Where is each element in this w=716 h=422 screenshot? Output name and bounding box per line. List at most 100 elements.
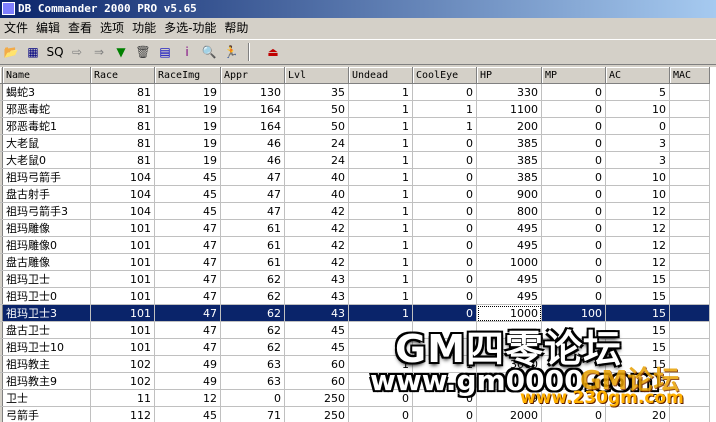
cell-mp[interactable]: 0	[541, 287, 606, 305]
cell-name[interactable]: 祖玛卫士0	[2, 287, 91, 305]
cell-mp[interactable]	[541, 389, 606, 407]
cell-cooleye[interactable]: 0	[412, 389, 477, 407]
cell-lvl[interactable]: 42	[284, 236, 349, 254]
cell-cooleye[interactable]: 1	[412, 355, 477, 373]
table-row[interactable]: 盘古射手 104 45 47 40 1 0 900 0 10	[0, 185, 710, 203]
table-row[interactable]: 大老鼠0 81 19 46 24 1 0 385 0 3	[0, 151, 710, 169]
cell-lvl[interactable]: 43	[284, 287, 349, 305]
cell-undead[interactable]: 1	[348, 219, 413, 237]
cell-name[interactable]: 大老鼠	[2, 134, 91, 152]
table-row[interactable]: 祖玛卫士10 101 47 62 45 15	[0, 338, 710, 356]
cell-raceimg[interactable]: 47	[154, 304, 221, 322]
cell-appr[interactable]: 164	[220, 100, 285, 118]
cell-cooleye[interactable]: 0	[412, 287, 477, 305]
info-icon[interactable]: i	[178, 43, 196, 61]
cell-raceimg[interactable]: 47	[154, 236, 221, 254]
cell-mp[interactable]: 0	[541, 185, 606, 203]
cell-appr[interactable]: 164	[220, 117, 285, 135]
cell-cooleye[interactable]	[412, 338, 477, 356]
cell-raceimg[interactable]: 47	[154, 253, 221, 271]
cell-cooleye[interactable]: 0	[412, 219, 477, 237]
cell-name[interactable]: 祖玛雕像	[2, 219, 91, 237]
table-row[interactable]: 大老鼠 81 19 46 24 1 0 385 0 3	[0, 134, 710, 152]
cell-mac[interactable]	[669, 321, 710, 339]
cell-name[interactable]: 祖玛雕像0	[2, 236, 91, 254]
table-row[interactable]: 弓箭手 112 45 71 250 0 0 2000 0 20	[0, 406, 710, 422]
cell-lvl[interactable]: 45	[284, 338, 349, 356]
cell-ac[interactable]: 3	[605, 134, 670, 152]
cell-raceimg[interactable]: 19	[154, 100, 221, 118]
cell-hp[interactable]: 800	[476, 202, 542, 220]
cell-raceimg[interactable]: 47	[154, 321, 221, 339]
cell-appr[interactable]: 63	[220, 372, 285, 390]
cell-appr[interactable]: 61	[220, 253, 285, 271]
cell-cooleye[interactable]: 0	[412, 134, 477, 152]
cell-mac[interactable]	[669, 202, 710, 220]
cell-mac[interactable]	[669, 372, 710, 390]
cell-lvl[interactable]: 60	[284, 372, 349, 390]
cell-hp[interactable]	[476, 321, 542, 339]
menu-file[interactable]: 文件	[0, 19, 32, 37]
column-header-race[interactable]: Race	[90, 67, 155, 84]
cell-mp[interactable]: 0	[541, 406, 606, 422]
cell-mp[interactable]	[541, 355, 606, 373]
cell-ac[interactable]: 15	[605, 270, 670, 288]
cell-lvl[interactable]: 50	[284, 100, 349, 118]
cell-undead[interactable]: 1	[348, 355, 413, 373]
cell-ac[interactable]: 12	[605, 219, 670, 237]
cell-name[interactable]: 祖玛卫士3	[2, 304, 91, 322]
cell-race[interactable]: 104	[90, 168, 155, 186]
cell-lvl[interactable]: 24	[284, 134, 349, 152]
cell-cooleye[interactable]: 1	[412, 100, 477, 118]
cell-mac[interactable]	[669, 406, 710, 422]
cell-hp[interactable]: 385	[476, 134, 542, 152]
cell-name[interactable]: 盘古卫士	[2, 321, 91, 339]
cell-lvl[interactable]: 43	[284, 270, 349, 288]
cell-raceimg[interactable]: 49	[154, 372, 221, 390]
menu-functions[interactable]: 功能	[128, 19, 160, 37]
cell-hp[interactable]: 495	[476, 270, 542, 288]
cell-name[interactable]: 邪恶毒蛇1	[2, 117, 91, 135]
filter-icon[interactable]: ▼	[112, 43, 130, 61]
cell-mac[interactable]	[669, 355, 710, 373]
cell-undead[interactable]: 1	[348, 117, 413, 135]
column-header-raceimg[interactable]: RaceImg	[154, 67, 221, 84]
database-icon[interactable]: ▤	[156, 43, 174, 61]
exit-icon[interactable]: ⏏	[264, 43, 282, 61]
table-icon[interactable]: ▦	[24, 43, 42, 61]
cell-undead[interactable]: 1	[348, 151, 413, 169]
cell-raceimg[interactable]: 47	[154, 270, 221, 288]
search-key-icon[interactable]: 🔍	[200, 43, 218, 61]
cell-lvl[interactable]: 250	[284, 389, 349, 407]
cell-cooleye[interactable]	[412, 321, 477, 339]
cell-cooleye[interactable]: 0	[412, 270, 477, 288]
cell-appr[interactable]: 71	[220, 406, 285, 422]
cell-race[interactable]: 101	[90, 253, 155, 271]
menu-edit[interactable]: 编辑	[32, 19, 64, 37]
cell-undead[interactable]: 1	[348, 270, 413, 288]
cell-hp[interactable]: 200	[476, 117, 542, 135]
cell-undead[interactable]: 0	[348, 406, 413, 422]
column-header-mp[interactable]: MP	[541, 67, 606, 84]
table-row[interactable]: 祖玛卫士0 101 47 62 43 1 0 495 0 15	[0, 287, 710, 305]
cell-ac[interactable]: 12	[605, 236, 670, 254]
cell-appr[interactable]: 63	[220, 355, 285, 373]
cell-mac[interactable]	[669, 134, 710, 152]
cell-lvl[interactable]: 40	[284, 168, 349, 186]
cell-ac[interactable]: 12	[605, 253, 670, 271]
cell-cooleye[interactable]: 0	[412, 83, 477, 101]
cell-name[interactable]: 祖玛教主9	[2, 372, 91, 390]
cell-race[interactable]: 101	[90, 304, 155, 322]
cell-name[interactable]: 祖玛教主	[2, 355, 91, 373]
cell-name[interactable]: 蝎蛇3	[2, 83, 91, 101]
cell-mp[interactable]	[541, 321, 606, 339]
cell-cooleye[interactable]: 0	[412, 253, 477, 271]
cell-mac[interactable]	[669, 117, 710, 135]
cell-race[interactable]: 81	[90, 100, 155, 118]
cell-raceimg[interactable]: 45	[154, 185, 221, 203]
cell-undead[interactable]	[348, 372, 413, 390]
cell-lvl[interactable]: 43	[284, 304, 349, 322]
cell-hp[interactable]: 1000	[476, 304, 542, 322]
cell-name[interactable]: 祖玛卫士	[2, 270, 91, 288]
column-header-mac[interactable]: MAC	[669, 67, 710, 84]
